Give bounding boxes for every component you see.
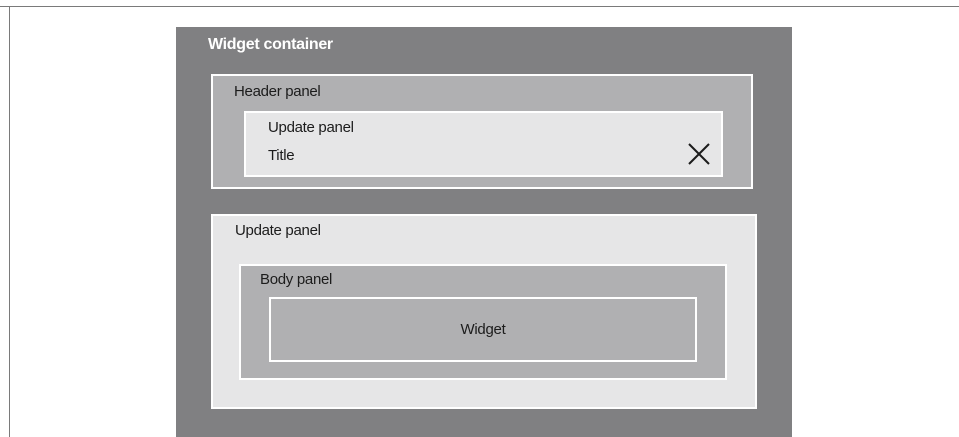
frame-left-border bbox=[9, 6, 10, 437]
header-update-panel-label: Update panel bbox=[268, 119, 354, 136]
header-panel: Header panel Update panel Title bbox=[211, 74, 753, 189]
body-panel: Body panel Widget bbox=[239, 264, 727, 380]
widget-label: Widget bbox=[460, 321, 506, 338]
header-update-panel: Update panel Title bbox=[244, 111, 723, 177]
frame-top-border bbox=[0, 6, 959, 7]
widget-container: Widget container Header panel Update pan… bbox=[176, 27, 792, 437]
widget-container-label: Widget container bbox=[208, 36, 333, 53]
widget-box: Widget bbox=[269, 297, 697, 362]
update-panel: Update panel Body panel Widget bbox=[211, 214, 757, 409]
title-label: Title bbox=[268, 147, 295, 164]
body-panel-label: Body panel bbox=[260, 271, 333, 288]
close-icon[interactable] bbox=[686, 141, 712, 167]
header-panel-label: Header panel bbox=[234, 83, 321, 100]
update-panel-label: Update panel bbox=[235, 222, 321, 239]
